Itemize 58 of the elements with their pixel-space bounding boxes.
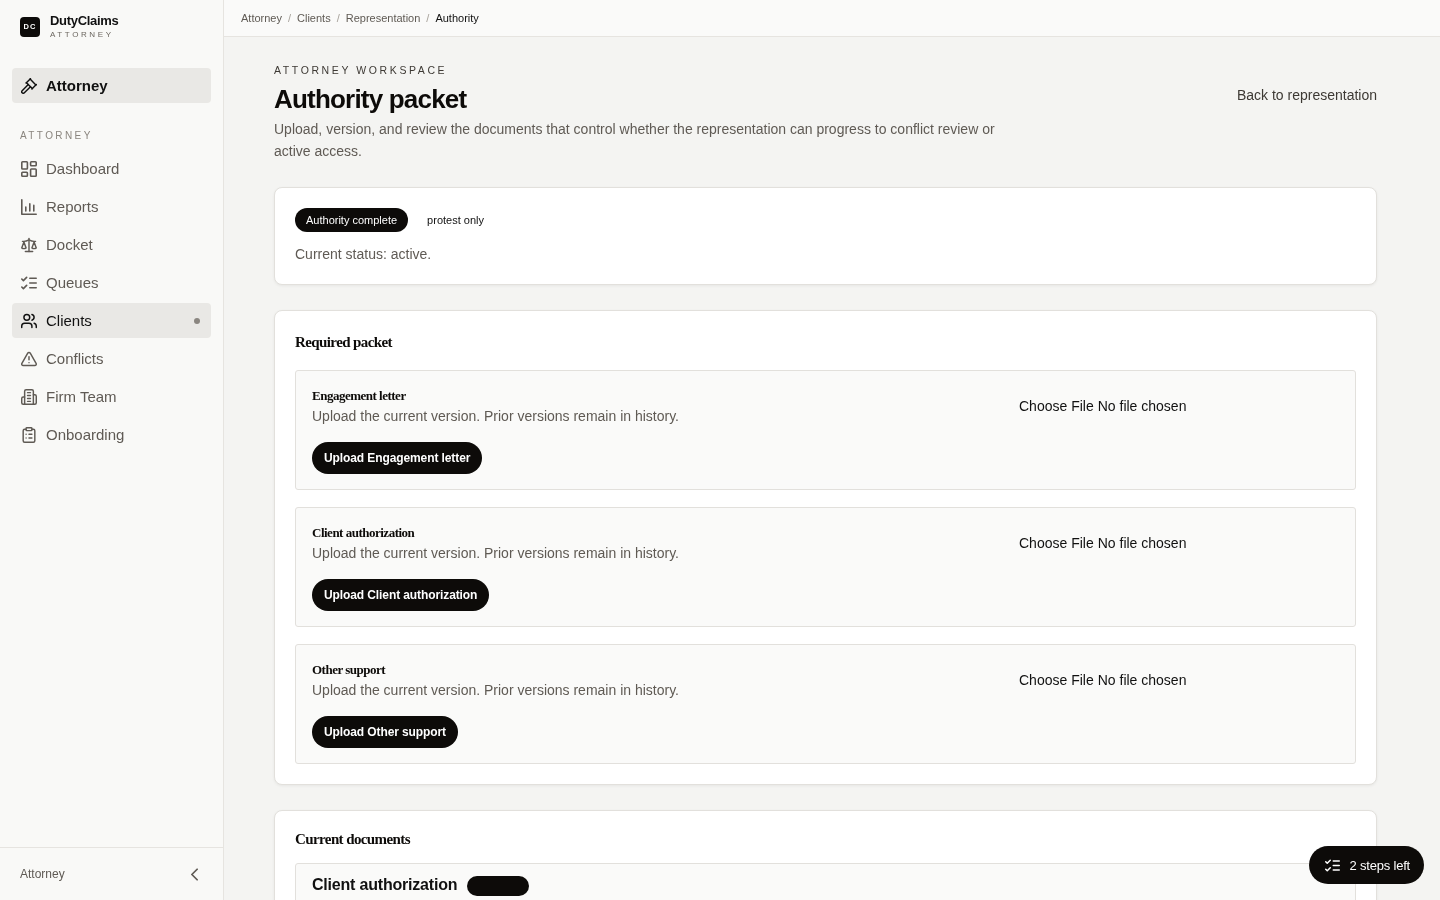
- status-text: Current status: active.: [295, 245, 433, 264]
- section-heading: Current documents: [295, 830, 412, 849]
- file-status-text: No file chosen: [1097, 397, 1187, 416]
- page-description: Upload, version, and review the documents that control whether the representation can progress to conflict review or active access.: [274, 120, 996, 161]
- role-switcher-button[interactable]: Attorney: [12, 68, 211, 103]
- document-title: Client authorization: [312, 525, 415, 541]
- choose-file-button[interactable]: Choose File: [1019, 535, 1094, 551]
- checklist-icon: [21, 274, 37, 291]
- upload-button[interactable]: Upload Engagement letter: [312, 442, 483, 474]
- bar-chart-icon: [21, 198, 37, 215]
- upload-button[interactable]: Upload Other support: [312, 716, 458, 748]
- document-description: Upload the current version. Prior versions remain in history.: [312, 681, 679, 700]
- steps-remaining-button[interactable]: 2 steps left: [1308, 846, 1424, 884]
- section-heading: Required packet: [295, 333, 394, 352]
- brand-subtitle: ATTORNEY: [50, 30, 114, 40]
- users-icon: [21, 312, 37, 329]
- clipboard-icon: [21, 426, 37, 443]
- collapse-button[interactable]: [191, 867, 198, 881]
- grid-icon: [21, 160, 37, 177]
- checklist-icon: [1324, 857, 1340, 873]
- breadcrumb-separator: /: [336, 12, 340, 24]
- gavel-icon: [21, 77, 37, 94]
- document-description: Upload the current version. Prior versions remain in history.: [312, 407, 679, 426]
- chevron-left-icon: [191, 867, 198, 881]
- file-status-text: No file chosen: [1097, 671, 1187, 690]
- back-link[interactable]: Back to representation: [1236, 85, 1377, 105]
- document-title: Client authorization: [312, 876, 458, 894]
- breadcrumb-link[interactable]: Attorney: [241, 12, 282, 24]
- file-status-text: No file chosen: [1097, 534, 1187, 553]
- breadcrumb-separator: /: [287, 12, 292, 24]
- choose-file-button[interactable]: Choose File: [1019, 672, 1094, 688]
- upload-button[interactable]: Upload Client authorization: [312, 579, 490, 611]
- nav-item[interactable]: Conflicts: [12, 341, 211, 376]
- eyebrow-label: ATTORNEY WORKSPACE: [274, 63, 448, 77]
- choose-file-button[interactable]: Choose File: [1019, 398, 1094, 414]
- breadcrumb-link[interactable]: Clients: [297, 12, 331, 24]
- footer-label: Attorney: [20, 867, 65, 881]
- breadcrumb-separator: /: [426, 12, 430, 24]
- scale-icon: [21, 236, 37, 253]
- warning-icon: [21, 350, 37, 367]
- building-icon: [21, 388, 37, 405]
- document-title: Other support: [312, 662, 386, 678]
- nav-item[interactable]: Clients: [12, 303, 211, 338]
- status-tag: protest only: [416, 208, 495, 232]
- page-title: Authority packet: [274, 84, 467, 114]
- brand-name: DutyClaims: [50, 13, 119, 28]
- status-badge: Authority complete: [295, 208, 409, 232]
- nav-item[interactable]: Docket: [12, 227, 211, 262]
- document-title: Engagement letter: [312, 388, 406, 404]
- nav-item[interactable]: Firm Team: [12, 379, 211, 414]
- nav-item[interactable]: Onboarding: [12, 417, 211, 452]
- document-description: Upload the current version. Prior versions remain in history.: [312, 544, 679, 563]
- nav-item[interactable]: Queues: [12, 265, 211, 300]
- section-label: ATTORNEY: [20, 130, 93, 142]
- breadcrumb-link[interactable]: Representation: [345, 12, 421, 24]
- breadcrumb-current: Authority: [435, 12, 479, 24]
- nav-item[interactable]: Dashboard: [12, 151, 211, 186]
- nav-item[interactable]: Reports: [12, 189, 211, 224]
